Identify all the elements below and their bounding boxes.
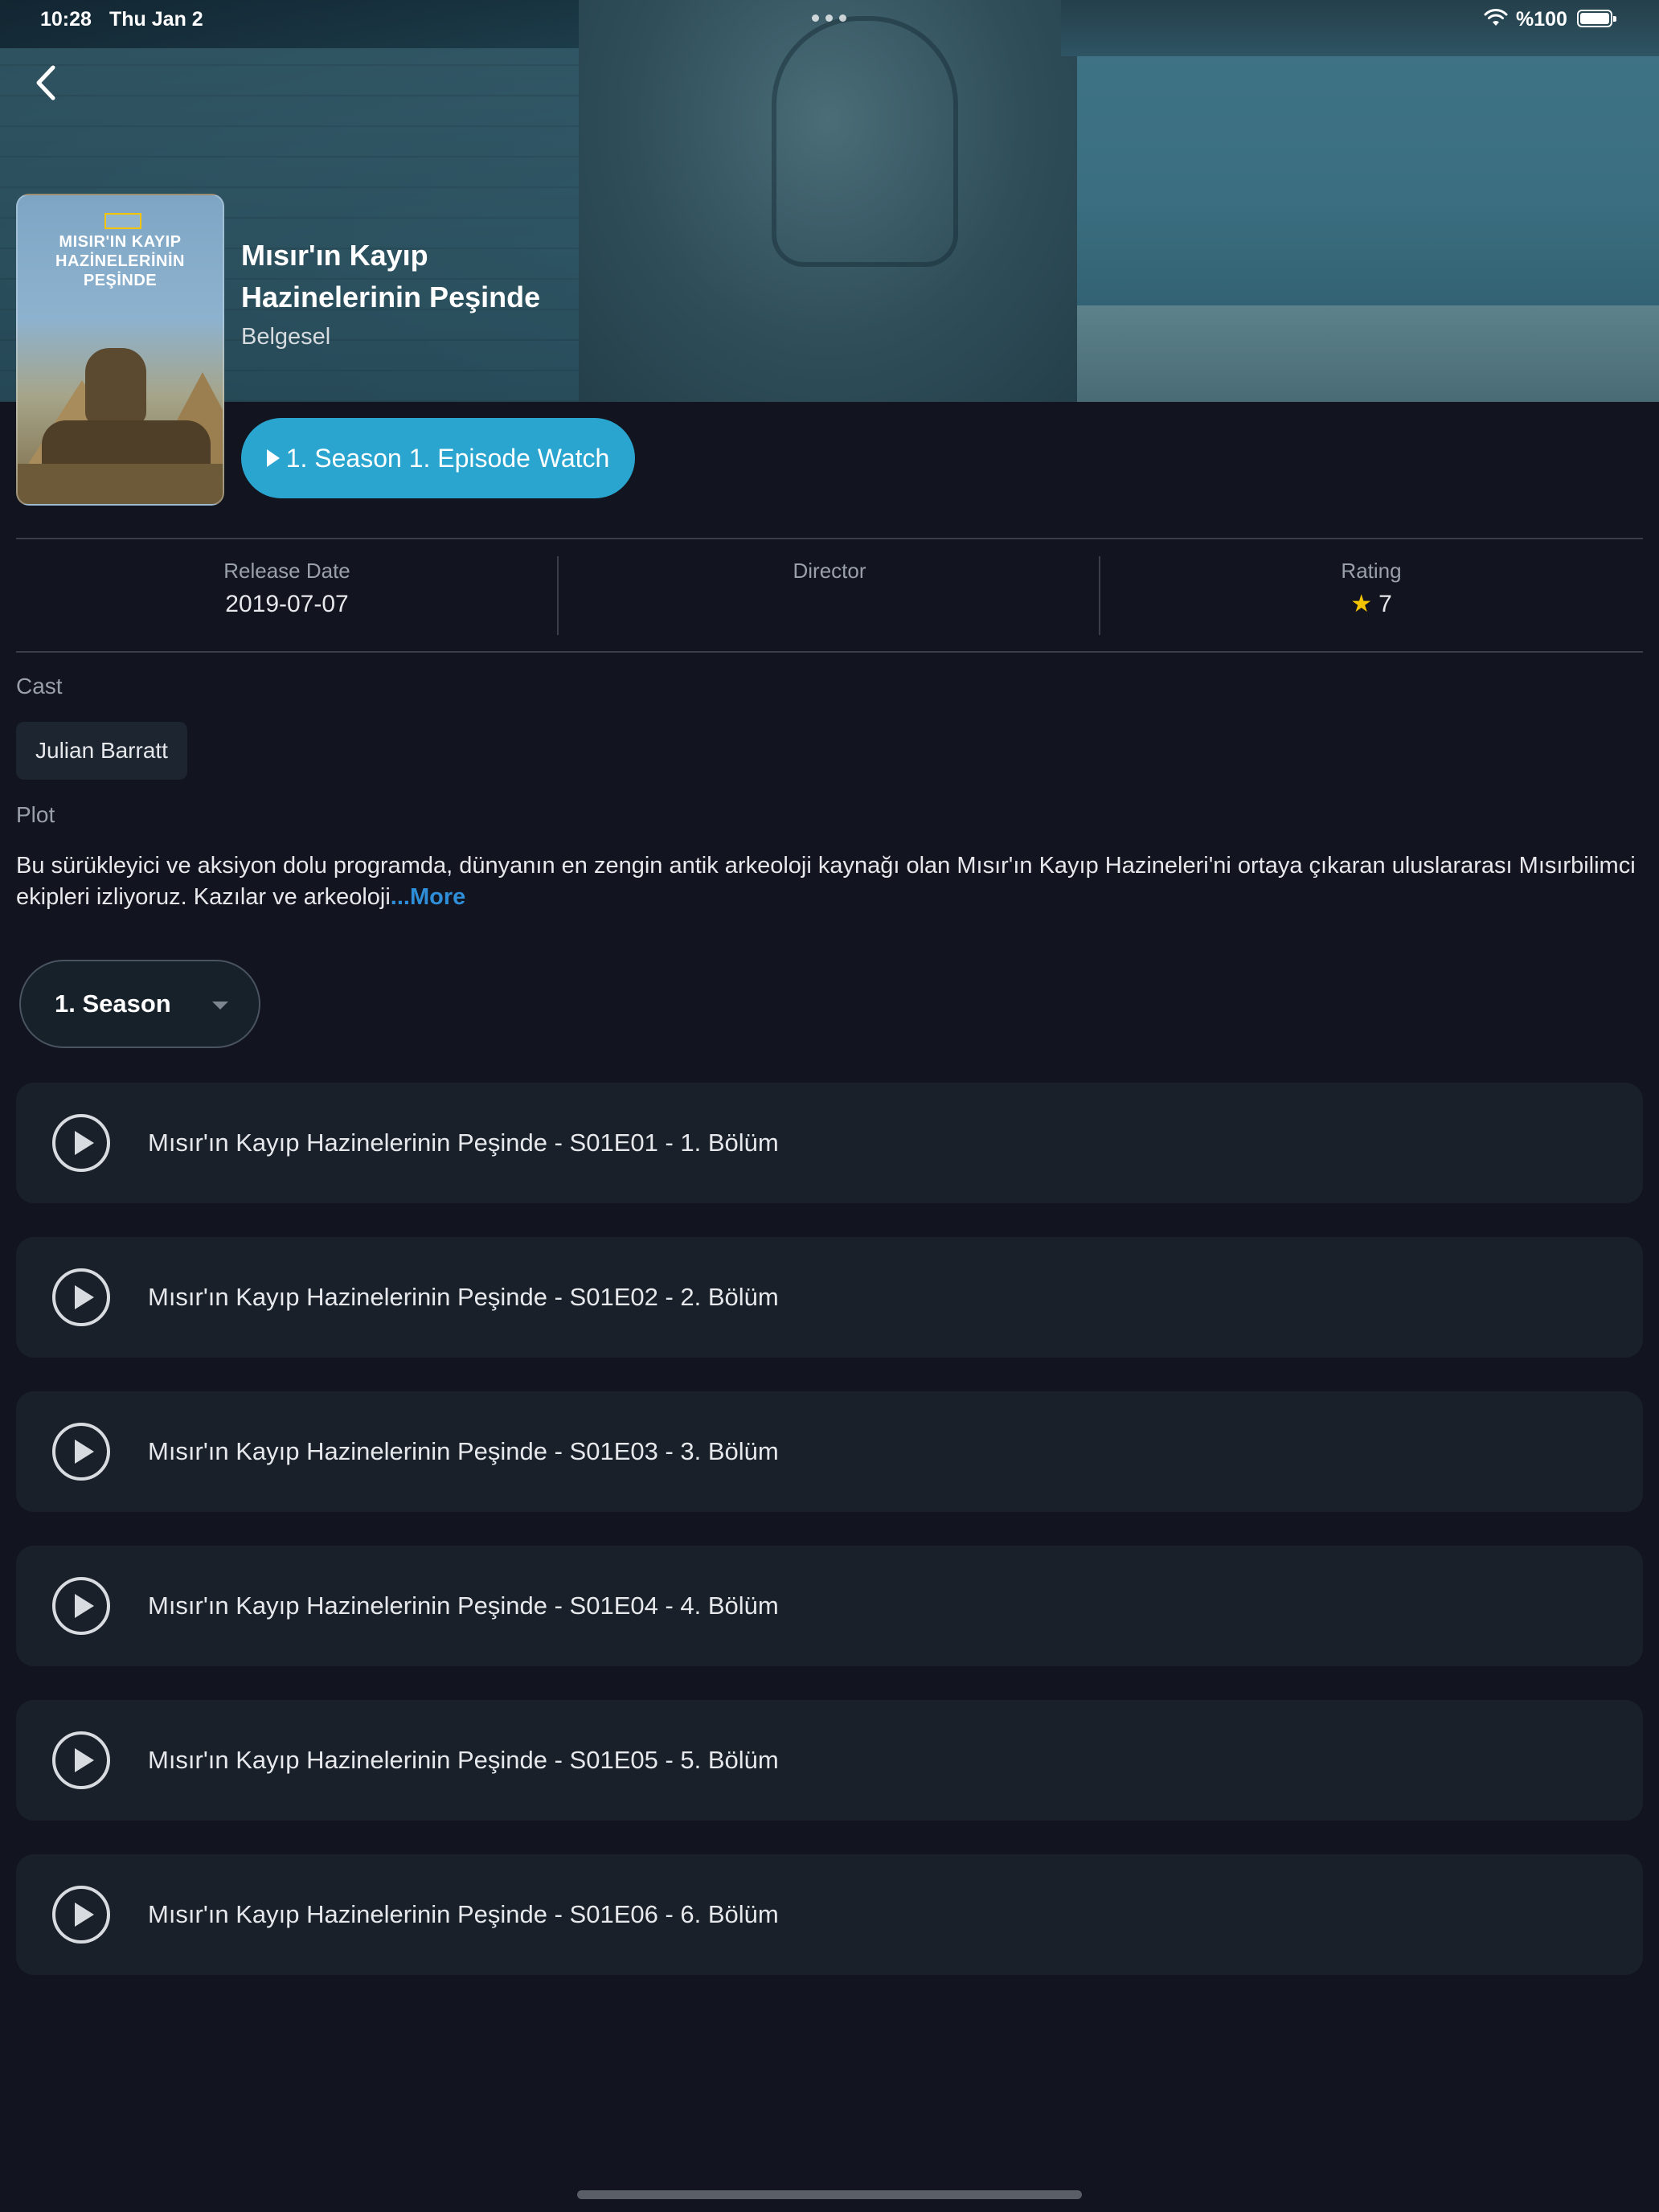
episode-row[interactable]: Mısır'ın Kayıp Hazinelerinin Peşinde - S… <box>16 1854 1643 1975</box>
star-icon: ★ <box>1350 591 1373 617</box>
episode-title: Mısır'ın Kayıp Hazinelerinin Peşinde - S… <box>148 1283 779 1311</box>
director-section: Director <box>559 555 1100 622</box>
episode-row[interactable]: Mısır'ın Kayıp Hazinelerinin Peşinde - S… <box>16 1546 1643 1666</box>
multitasking-dots-icon[interactable] <box>812 14 847 23</box>
director-label: Director <box>793 559 866 583</box>
divider <box>16 651 1643 653</box>
cast-chip[interactable]: Julian Barratt <box>16 722 187 780</box>
play-circle-icon <box>52 1423 110 1481</box>
show-poster: MISIR'IN KAYIP HAZİNELERİNİN PEŞİNDE <box>16 194 224 506</box>
home-indicator[interactable] <box>577 2190 1082 2199</box>
episode-row[interactable]: Mısır'ın Kayıp Hazinelerinin Peşinde - S… <box>16 1700 1643 1821</box>
rating-value: 7 <box>1378 591 1392 617</box>
play-circle-icon <box>52 1268 110 1326</box>
watch-episode-button[interactable]: 1. Season 1. Episode Watch <box>241 418 635 498</box>
wifi-icon <box>1484 9 1508 26</box>
play-circle-icon <box>52 1731 110 1789</box>
play-icon <box>266 449 280 467</box>
status-time: 10:28 <box>40 8 92 31</box>
status-date: Thu Jan 2 <box>109 8 203 31</box>
play-circle-icon <box>52 1577 110 1635</box>
rating-value-row: ★ 7 <box>1100 587 1642 622</box>
show-title: Mısır'ın Kayıp Hazinelerinin Peşinde <box>241 239 541 313</box>
back-chevron-icon[interactable] <box>29 63 64 103</box>
play-circle-icon <box>52 1114 110 1172</box>
more-link[interactable]: ...More <box>391 884 465 910</box>
release-date-label: Release Date <box>223 559 350 583</box>
dropdown-caret-icon <box>212 1002 228 1010</box>
battery-icon <box>1577 10 1616 27</box>
season-dropdown-value: 1. Season <box>55 989 171 1018</box>
poster-title: MISIR'IN KAYIP HAZİNELERİNİN PEŞİNDE <box>55 233 185 289</box>
plot-text: Bu sürükleyici ve aksiyon dolu programda… <box>16 850 1643 913</box>
play-circle-icon <box>52 1886 110 1944</box>
episode-title: Mısır'ın Kayıp Hazinelerinin Peşinde - S… <box>148 1437 779 1465</box>
episode-title: Mısır'ın Kayıp Hazinelerinin Peşinde - S… <box>148 1129 779 1157</box>
show-genre: Belgesel <box>241 324 331 350</box>
episode-row[interactable]: Mısır'ın Kayıp Hazinelerinin Peşinde - S… <box>16 1083 1643 1203</box>
cast-name: Julian Barratt <box>35 738 168 763</box>
episode-row[interactable]: Mısır'ın Kayıp Hazinelerinin Peşinde - S… <box>16 1237 1643 1358</box>
battery-percentage: %100 <box>1516 8 1567 31</box>
release-date-section: Release Date 2019-07-07 <box>16 555 558 622</box>
watch-button-label: 1. Season 1. Episode Watch <box>285 443 610 473</box>
plot-label: Plot <box>16 802 55 827</box>
director-value <box>559 587 1100 622</box>
release-date-value: 2019-07-07 <box>225 591 349 617</box>
rating-label: Rating <box>1341 559 1402 583</box>
episode-title: Mısır'ın Kayıp Hazinelerinin Peşinde - S… <box>148 1900 779 1928</box>
episode-title: Mısır'ın Kayıp Hazinelerinin Peşinde - S… <box>148 1746 779 1774</box>
rating-section: Rating ★ 7 <box>1100 555 1642 622</box>
divider <box>16 538 1643 539</box>
season-dropdown[interactable]: 1. Season <box>19 960 260 1048</box>
episode-row[interactable]: Mısır'ın Kayıp Hazinelerinin Peşinde - S… <box>16 1391 1643 1512</box>
episode-title: Mısır'ın Kayıp Hazinelerinin Peşinde - S… <box>148 1591 779 1620</box>
status-bar: 10:28 Thu Jan 2 %100 <box>0 0 1659 39</box>
cast-label: Cast <box>16 674 63 698</box>
plot-body: Bu sürükleyici ve aksiyon dolu programda… <box>16 853 1636 910</box>
national-geographic-logo <box>104 213 141 229</box>
